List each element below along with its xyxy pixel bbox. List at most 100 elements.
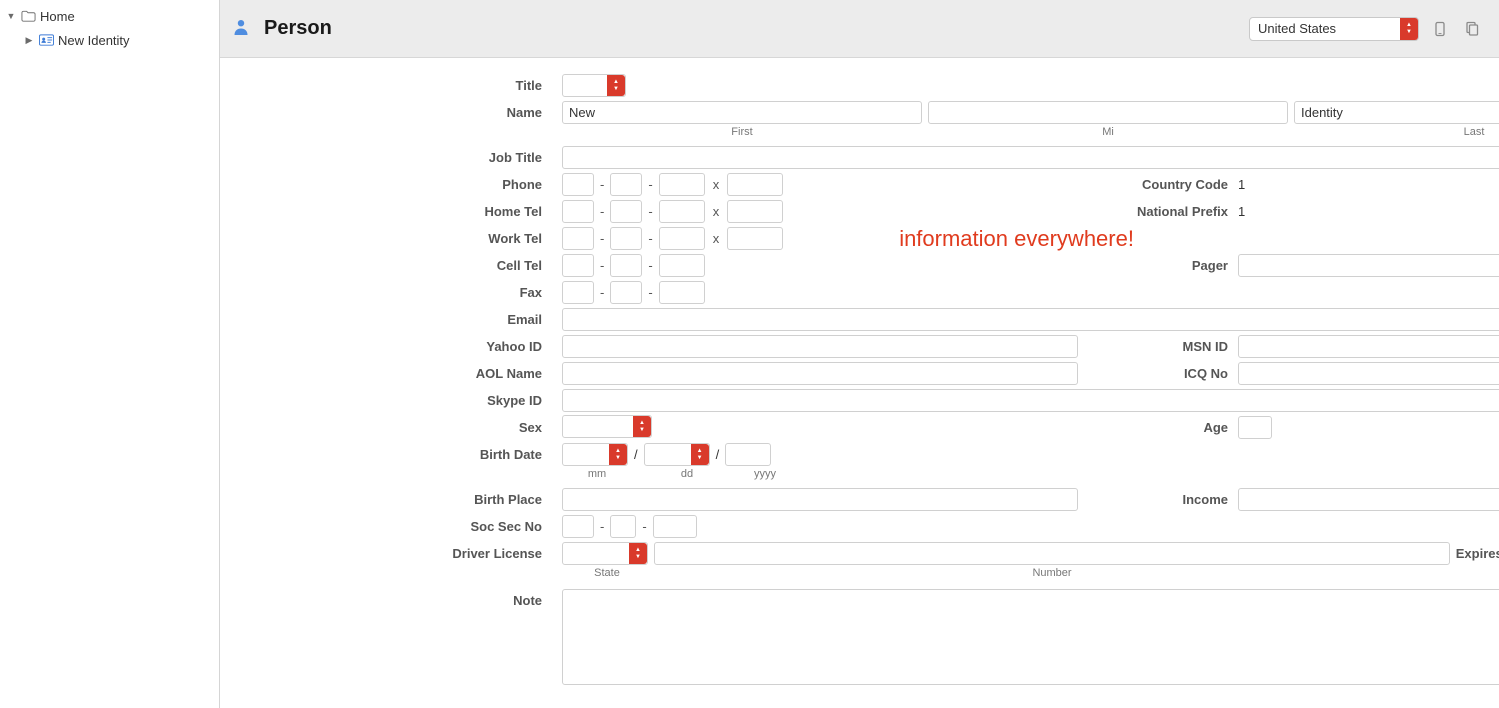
- cell-b-input[interactable]: [610, 254, 642, 277]
- header: Person United States ▲▼: [220, 0, 1499, 58]
- sidebar-item-label: New Identity: [58, 33, 130, 48]
- label-work-tel: Work Tel: [220, 225, 552, 252]
- sublabel-last: Last: [1294, 126, 1499, 138]
- stepper-icon: ▲▼: [607, 75, 625, 96]
- stepper-icon: ▲▼: [633, 416, 651, 437]
- label-name: Name: [220, 99, 552, 126]
- value-country-code: 1: [1238, 177, 1499, 192]
- birth-place-input[interactable]: [562, 488, 1078, 511]
- label-income: Income: [1088, 492, 1228, 507]
- fax-a-input[interactable]: [562, 281, 594, 304]
- label-yahoo: Yahoo ID: [220, 333, 552, 360]
- work-c-input[interactable]: [659, 227, 705, 250]
- label-msn: MSN ID: [1088, 339, 1228, 354]
- label-phone: Phone: [220, 171, 552, 198]
- msn-input[interactable]: [1238, 335, 1499, 358]
- folder-icon: [20, 9, 36, 23]
- value-national-prefix: 1: [1238, 204, 1499, 219]
- sublabel-mm: mm: [562, 468, 632, 486]
- home-ext-input[interactable]: [727, 200, 783, 223]
- last-name-input[interactable]: [1294, 101, 1499, 124]
- main: Person United States ▲▼ Title ▲▼ Name: [220, 0, 1499, 708]
- work-a-input[interactable]: [562, 227, 594, 250]
- phone-b-input[interactable]: [610, 173, 642, 196]
- sidebar-item-label: Home: [40, 9, 75, 24]
- label-country-code: Country Code: [1088, 177, 1228, 192]
- birth-mm-select[interactable]: ▲▼: [562, 443, 628, 466]
- label-expires: Expires: [1456, 546, 1499, 561]
- birth-yyyy-input[interactable]: [725, 443, 771, 466]
- aol-input[interactable]: [562, 362, 1078, 385]
- device-icon[interactable]: [1429, 18, 1451, 40]
- ssn-c-input[interactable]: [653, 515, 697, 538]
- stepper-icon: ▲▼: [609, 444, 627, 465]
- yahoo-input[interactable]: [562, 335, 1078, 358]
- overlay-annotation: information everywhere!: [899, 226, 1134, 252]
- label-national-prefix: National Prefix: [1088, 204, 1228, 219]
- person-icon: [232, 18, 250, 39]
- label-fax: Fax: [220, 279, 552, 306]
- country-select[interactable]: United States ▲▼: [1249, 17, 1419, 41]
- disclosure-down-icon[interactable]: ▼: [6, 11, 16, 21]
- label-ssn: Soc Sec No: [220, 513, 552, 540]
- fax-b-input[interactable]: [610, 281, 642, 304]
- home-a-input[interactable]: [562, 200, 594, 223]
- title-select[interactable]: ▲▼: [562, 74, 626, 97]
- skype-input[interactable]: [562, 389, 1499, 412]
- pager-input[interactable]: [1238, 254, 1499, 277]
- label-aol: AOL Name: [220, 360, 552, 387]
- label-home-tel: Home Tel: [220, 198, 552, 225]
- page-title: Person: [264, 17, 332, 40]
- phone-ext-input[interactable]: [727, 173, 783, 196]
- sidebar-item-new-identity[interactable]: ▶ New Identity: [0, 28, 219, 52]
- label-skype: Skype ID: [220, 387, 552, 414]
- sublabel-first: First: [562, 126, 922, 138]
- phone-c-input[interactable]: [659, 173, 705, 196]
- income-input[interactable]: [1238, 488, 1499, 511]
- ssn-a-input[interactable]: [562, 515, 594, 538]
- fax-c-input[interactable]: [659, 281, 705, 304]
- sublabel-state: State: [562, 567, 652, 585]
- middle-initial-input[interactable]: [928, 101, 1288, 124]
- sublabel-mi: Mi: [928, 126, 1288, 138]
- label-job-title: Job Title: [220, 144, 552, 171]
- phone-a-input[interactable]: [562, 173, 594, 196]
- label-sex: Sex: [220, 414, 552, 441]
- label-birth-place: Birth Place: [220, 486, 552, 513]
- label-dl: Driver License: [220, 540, 552, 567]
- ssn-b-input[interactable]: [610, 515, 636, 538]
- icq-input[interactable]: [1238, 362, 1499, 385]
- home-b-input[interactable]: [610, 200, 642, 223]
- label-title: Title: [220, 72, 552, 99]
- birth-dd-select[interactable]: ▲▼: [644, 443, 710, 466]
- stepper-icon: ▲▼: [691, 444, 709, 465]
- email-input[interactable]: [562, 308, 1499, 331]
- dl-state-select[interactable]: ▲▼: [562, 542, 648, 565]
- copy-icon[interactable]: [1461, 18, 1483, 40]
- label-cell-tel: Cell Tel: [220, 252, 552, 279]
- label-icq: ICQ No: [1088, 366, 1228, 381]
- sidebar-item-home[interactable]: ▼ Home: [0, 4, 219, 28]
- identity-icon: [38, 33, 54, 47]
- country-select-value: United States: [1250, 21, 1400, 36]
- label-note: Note: [220, 589, 552, 616]
- job-title-input[interactable]: [562, 146, 1499, 169]
- work-ext-input[interactable]: [727, 227, 783, 250]
- first-name-input[interactable]: [562, 101, 922, 124]
- age-input[interactable]: [1238, 416, 1272, 439]
- label-age: Age: [1088, 420, 1228, 435]
- stepper-icon: ▲▼: [629, 543, 647, 564]
- cell-c-input[interactable]: [659, 254, 705, 277]
- sublabel-yyyy: yyyy: [742, 468, 788, 486]
- sex-select[interactable]: ▲▼: [562, 415, 652, 438]
- label-pager: Pager: [1088, 258, 1228, 273]
- stepper-icon: ▲▼: [1400, 18, 1418, 40]
- disclosure-right-icon[interactable]: ▶: [24, 35, 34, 45]
- cell-a-input[interactable]: [562, 254, 594, 277]
- dl-number-input[interactable]: [654, 542, 1450, 565]
- label-email: Email: [220, 306, 552, 333]
- note-textarea[interactable]: [562, 589, 1499, 685]
- home-c-input[interactable]: [659, 200, 705, 223]
- work-b-input[interactable]: [610, 227, 642, 250]
- label-birth-date: Birth Date: [220, 441, 552, 468]
